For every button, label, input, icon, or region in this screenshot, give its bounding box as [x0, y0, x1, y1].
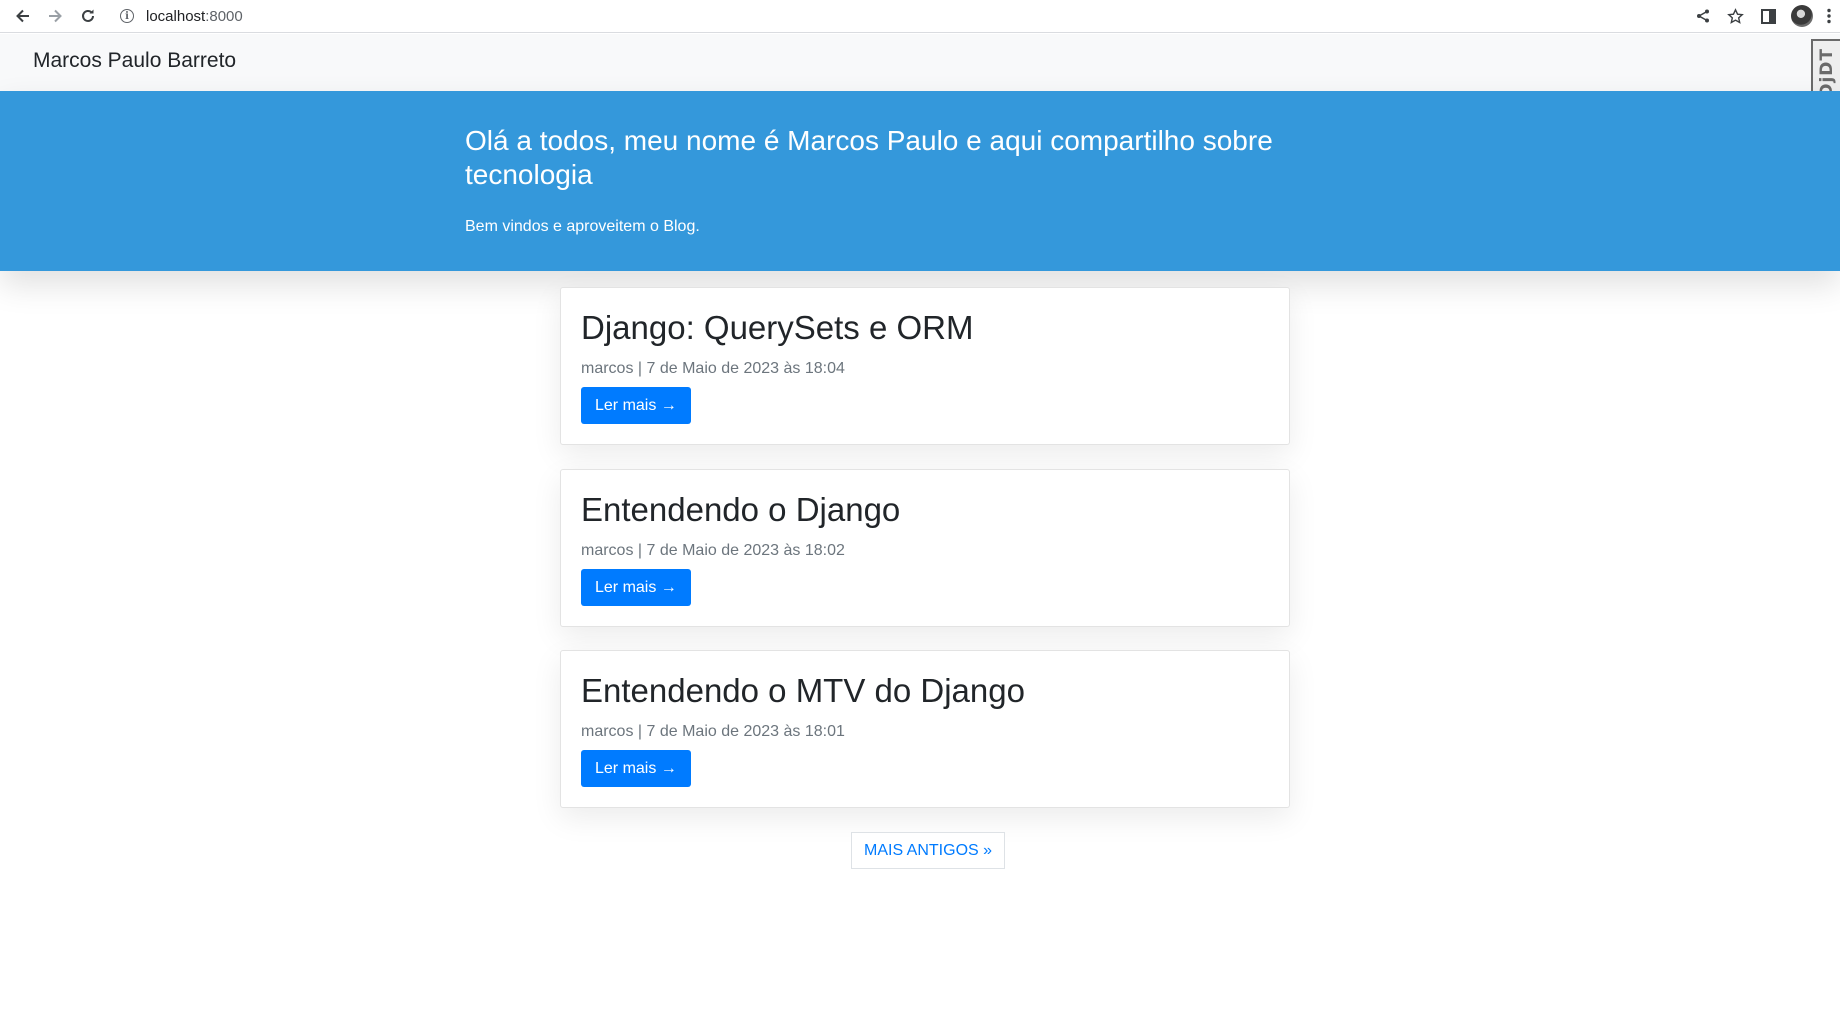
- post-meta: marcos | 7 de Maio de 2023 às 18:04: [581, 360, 845, 377]
- post-title: Entendendo o Django: [581, 491, 901, 528]
- site-navbar: Marcos Paulo Barreto: [0, 34, 1840, 91]
- read-more-button[interactable]: Ler mais →: [581, 750, 691, 787]
- post-card: Entendendo o MTV do Django marcos | 7 de…: [560, 650, 1290, 808]
- site-brand-link[interactable]: Marcos Paulo Barreto: [33, 49, 236, 73]
- post-card: Entendendo o Django marcos | 7 de Maio d…: [560, 469, 1290, 627]
- older-posts-button[interactable]: MAIS ANTIGOS »: [851, 832, 1006, 869]
- url-port: :8000: [205, 7, 243, 25]
- forward-icon[interactable]: [42, 3, 68, 29]
- side-panel-icon[interactable]: [1752, 3, 1785, 29]
- address-bar[interactable]: i localhost :8000: [112, 3, 1672, 29]
- masthead-heading: Olá a todos, meu nome é Marcos Paulo e a…: [465, 125, 1273, 190]
- star-icon[interactable]: [1719, 3, 1752, 29]
- share-icon[interactable]: [1686, 3, 1719, 29]
- masthead: Olá a todos, meu nome é Marcos Paulo e a…: [0, 91, 1840, 271]
- djdt-label: DjDT: [1816, 47, 1837, 98]
- post-meta: marcos | 7 de Maio de 2023 às 18:01: [581, 723, 845, 740]
- kebab-menu-icon[interactable]: [1818, 3, 1840, 29]
- post-meta: marcos | 7 de Maio de 2023 às 18:02: [581, 542, 845, 559]
- masthead-subheading: Bem vindos e aproveitem o Blog.: [465, 218, 700, 235]
- profile-avatar[interactable]: [1785, 3, 1818, 29]
- post-title: Django: QuerySets e ORM: [581, 309, 974, 346]
- url-host: localhost: [146, 7, 206, 25]
- read-more-button[interactable]: Ler mais →: [581, 387, 691, 424]
- post-title: Entendendo o MTV do Django: [581, 672, 1025, 709]
- browser-toolbar: i localhost :8000: [0, 0, 1840, 33]
- info-icon[interactable]: i: [120, 9, 134, 23]
- read-more-button[interactable]: Ler mais →: [581, 569, 691, 606]
- reload-icon[interactable]: [75, 3, 101, 29]
- browser-actions: [1686, 3, 1840, 29]
- post-card: Django: QuerySets e ORM marcos | 7 de Ma…: [560, 287, 1290, 445]
- back-icon[interactable]: [10, 3, 36, 29]
